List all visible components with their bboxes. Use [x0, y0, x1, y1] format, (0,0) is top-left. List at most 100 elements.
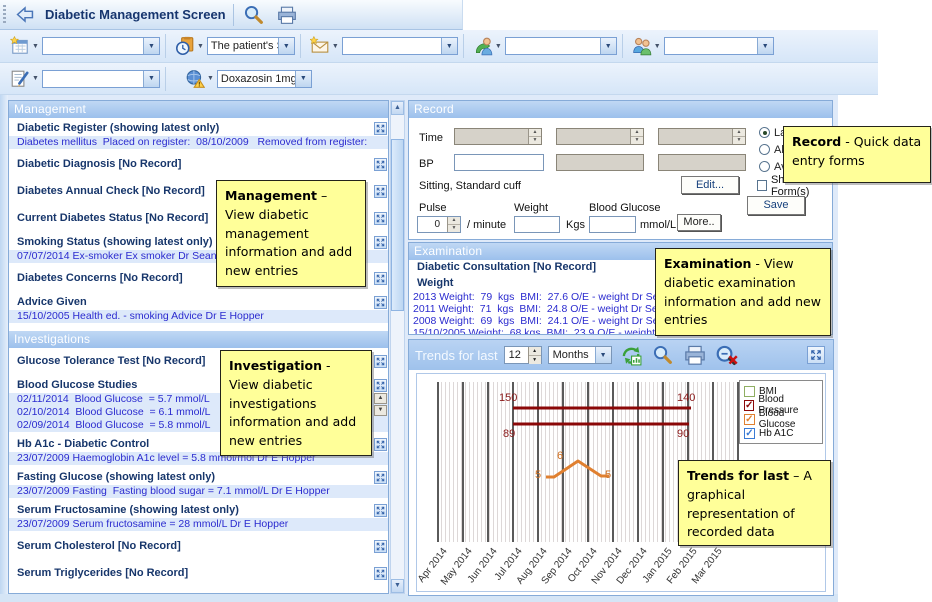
combo-dropdown-icon[interactable]: ▼ [441, 38, 457, 54]
spin-down-icon[interactable]: ▼ [529, 356, 541, 364]
print-chart-button[interactable] [682, 343, 708, 367]
spin-up-icon[interactable]: ▲ [529, 347, 541, 356]
investigation-row-title[interactable]: Fasting Glucose (showing latest only) [9, 467, 389, 485]
radio-button[interactable] [759, 127, 770, 138]
expand-chart-icon[interactable] [807, 346, 825, 364]
checkin-combo[interactable]: ▼ [505, 37, 617, 55]
legend-checkbox[interactable]: ✓ [744, 400, 754, 411]
edit-button[interactable]: Edit... [681, 176, 739, 194]
legend-checkbox[interactable]: ✓ [744, 414, 755, 425]
investigation-row-title[interactable]: Serum Cholesterol [No Record] [9, 533, 389, 558]
toolbar-grip[interactable] [3, 5, 6, 25]
new-message-button[interactable] [310, 36, 330, 56]
legend-item-blood-glucose[interactable]: ✓Blood Glucose [744, 412, 822, 426]
combo-dropdown-icon[interactable]: ▼ [757, 38, 773, 54]
spin-up-icon[interactable]: ▲ [733, 129, 745, 137]
medication-button[interactable] [185, 69, 205, 89]
row-title-text: Glucose Tolerance Test [No Record] [17, 355, 205, 367]
expand-icon[interactable] [374, 296, 387, 309]
medication-combo[interactable]: Doxazosin 1mg ta... ▼ [217, 70, 312, 88]
expand-icon[interactable] [374, 567, 387, 580]
expand-icon[interactable] [374, 540, 387, 553]
legend-checkbox[interactable]: ✓ [744, 428, 755, 439]
management-row-title[interactable]: Advice Given [9, 292, 389, 310]
scroll-down-icon[interactable]: ▼ [391, 579, 404, 593]
expand-icon[interactable] [374, 471, 387, 484]
time-field-3[interactable]: ▲▼ [658, 128, 746, 145]
zoom-reset-button[interactable] [714, 343, 740, 367]
scroll-up-icon[interactable]: ▲ [374, 393, 387, 404]
appointment-combo[interactable]: ▼ [42, 37, 160, 55]
spin-up-icon[interactable]: ▲ [631, 129, 643, 137]
show-forms-checkbox[interactable] [757, 180, 767, 191]
management-row-title[interactable]: Diabetic Register (showing latest only) [9, 118, 389, 136]
expand-icon[interactable] [374, 355, 387, 368]
expand-icon[interactable] [374, 438, 387, 451]
new-appointment-button[interactable] [10, 36, 30, 56]
trends-unit-select[interactable]: Months ▼ [548, 346, 612, 364]
trends-period-stepper[interactable]: 12 ▲ ▼ [504, 346, 542, 364]
dropdown-caret-icon[interactable]: ▼ [32, 75, 39, 82]
expand-icon[interactable] [374, 504, 387, 517]
management-row-title[interactable]: Diabetic Diagnosis [No Record] [9, 151, 389, 176]
spin-down-icon[interactable]: ▼ [529, 137, 541, 144]
print-button[interactable] [274, 3, 300, 27]
radio-button[interactable] [759, 144, 770, 155]
dropdown-caret-icon[interactable]: ▼ [332, 43, 339, 50]
spin-down-icon[interactable]: ▼ [448, 225, 460, 232]
more-button[interactable]: More.. [677, 214, 721, 231]
weight-field[interactable] [514, 216, 560, 233]
refresh-chart-button[interactable] [618, 343, 644, 367]
combo-dropdown-icon[interactable]: ▼ [143, 71, 159, 87]
dropdown-caret-icon[interactable]: ▼ [207, 75, 214, 82]
group-combo[interactable]: ▼ [664, 37, 774, 55]
time-field-1[interactable]: ▲▼ [454, 128, 542, 145]
spin-down-icon[interactable]: ▼ [733, 137, 745, 144]
expand-icon[interactable] [374, 185, 387, 198]
dropdown-caret-icon[interactable]: ▼ [32, 43, 39, 50]
expand-icon[interactable] [374, 212, 387, 225]
bp-field-2[interactable] [556, 154, 644, 171]
spin-up-icon[interactable]: ▲ [448, 217, 460, 225]
investigation-row-title[interactable]: Serum Triglycerides [No Record] [9, 560, 389, 585]
time-field-2[interactable]: ▲▼ [556, 128, 644, 145]
combo-dropdown-icon[interactable]: ▼ [595, 347, 611, 363]
blood-glucose-field[interactable] [589, 216, 636, 233]
expand-icon[interactable] [374, 379, 387, 392]
schedule-combo[interactable]: The patient's S... ▼ [207, 37, 295, 55]
combo-dropdown-icon[interactable]: ▼ [600, 38, 616, 54]
message-combo[interactable]: ▼ [342, 37, 458, 55]
bp-field-1[interactable] [454, 154, 544, 171]
expand-icon[interactable] [374, 158, 387, 171]
dropdown-caret-icon[interactable]: ▼ [495, 43, 502, 50]
bp-field-3[interactable] [658, 154, 746, 171]
dropdown-caret-icon[interactable]: ▼ [654, 43, 661, 50]
note-combo[interactable]: ▼ [42, 70, 160, 88]
spin-down-icon[interactable]: ▼ [631, 137, 643, 144]
legend-checkbox[interactable] [744, 386, 755, 397]
pulse-stepper[interactable]: 0 ▲▼ [417, 216, 461, 233]
patient-checkin-button[interactable] [473, 36, 493, 56]
combo-dropdown-icon[interactable]: ▼ [295, 71, 311, 87]
patient-schedule-button[interactable] [175, 36, 195, 56]
combo-dropdown-icon[interactable]: ▼ [278, 38, 294, 54]
investigation-row-title[interactable]: Thyroid Function [No Record] [9, 587, 389, 594]
search-button[interactable] [241, 3, 267, 27]
spin-up-icon[interactable]: ▲ [529, 129, 541, 137]
expand-icon[interactable] [374, 236, 387, 249]
combo-dropdown-icon[interactable]: ▼ [143, 38, 159, 54]
back-button[interactable] [12, 3, 38, 27]
zoom-button[interactable] [650, 343, 676, 367]
left-panel-scrollbar[interactable]: ▲ ▼ [390, 100, 405, 594]
expand-icon[interactable] [374, 122, 387, 135]
scroll-down-icon[interactable]: ▼ [374, 405, 387, 416]
investigation-row-title[interactable]: Serum Fructosamine (showing latest only) [9, 500, 389, 518]
radio-button[interactable] [759, 161, 770, 172]
scrollbar-thumb[interactable] [391, 139, 404, 311]
expand-icon[interactable] [374, 272, 387, 285]
dropdown-caret-icon[interactable]: ▼ [197, 43, 204, 50]
add-note-button[interactable] [10, 69, 30, 89]
save-button[interactable]: Save [747, 196, 805, 215]
patient-group-button[interactable] [632, 36, 652, 56]
scroll-up-icon[interactable]: ▲ [391, 101, 404, 115]
